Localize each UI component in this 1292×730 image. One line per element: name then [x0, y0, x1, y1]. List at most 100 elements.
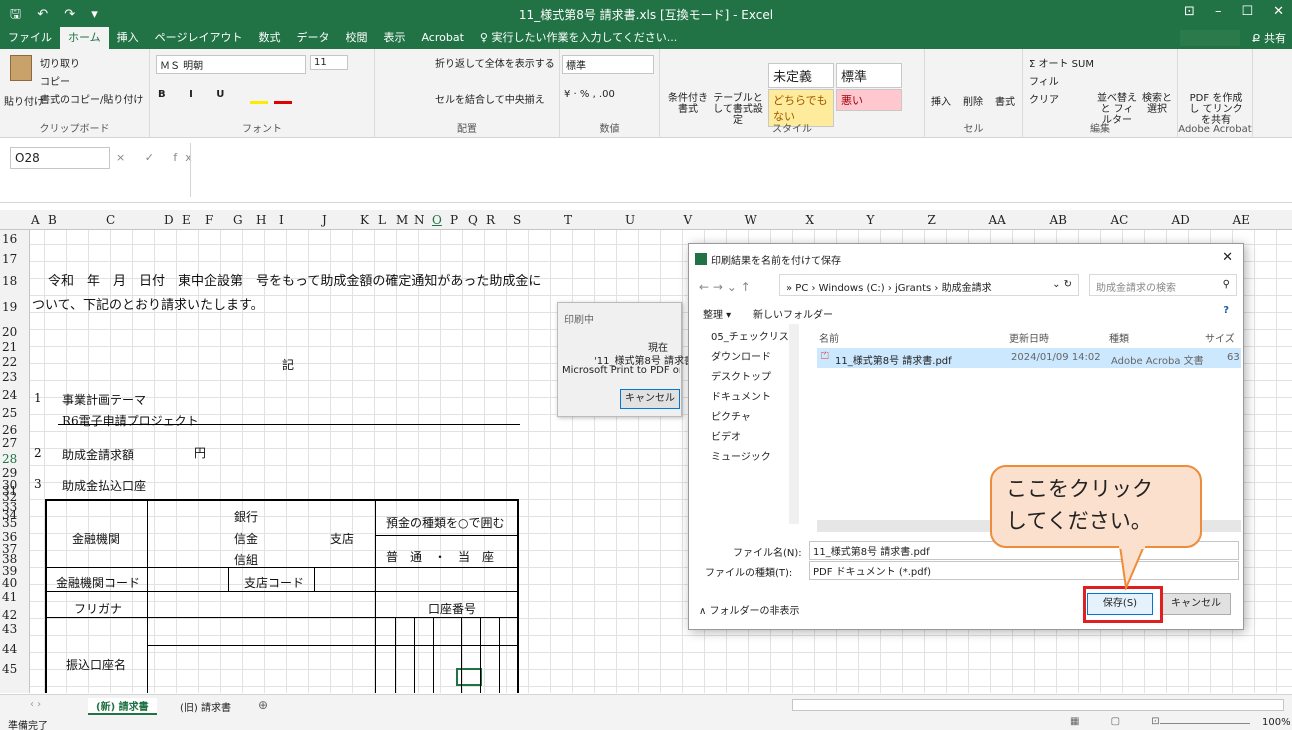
paste-button[interactable]: 貼り付け — [4, 93, 44, 108]
column-header-j[interactable]: J — [322, 213, 327, 227]
row-header-17[interactable]: 17 — [2, 252, 17, 266]
zoom-slider[interactable] — [1160, 723, 1250, 724]
tree-item-downloads[interactable]: ダウンロード — [711, 348, 771, 363]
refresh-icon[interactable]: ⌄ ↻ — [1052, 279, 1072, 290]
col-name[interactable]: 名前 — [819, 330, 839, 345]
cell-branch-code[interactable]: 支店コード — [244, 574, 304, 591]
cell-ki[interactable]: 記 — [282, 356, 294, 373]
col-date[interactable]: 更新日時 — [1009, 330, 1049, 345]
create-pdf-button[interactable]: PDF を作成し てリンクを共有 — [1186, 93, 1246, 126]
cell-bank-code[interactable]: 金融機関コード — [56, 574, 140, 591]
row-header-25[interactable]: 25 — [2, 406, 17, 420]
cell-shinkumi[interactable]: 信組 — [234, 551, 258, 568]
column-header-g[interactable]: G — [233, 213, 243, 227]
cell-furigana[interactable]: フリガナ — [74, 600, 122, 617]
copy-button[interactable]: コピー — [40, 73, 70, 88]
row-header-45[interactable]: 45 — [2, 662, 17, 676]
row-header-19[interactable]: 19 — [2, 300, 17, 314]
search-box[interactable]: 助成金請求の検索 ⚲ — [1089, 274, 1237, 296]
column-header-a[interactable]: A — [31, 213, 40, 227]
address-bar[interactable]: » PC › Windows (C:) › jGrants › 助成金請求 ⌄ … — [779, 274, 1079, 296]
cell-t3[interactable]: 助成金払込口座 — [62, 477, 146, 494]
ribbon-display-icon[interactable]: ⊡ — [1184, 4, 1195, 19]
cell-t1[interactable]: 事業計画テーマ — [62, 391, 146, 408]
cell-ginko[interactable]: 銀行 — [234, 508, 258, 525]
cell-n1[interactable]: 1 — [34, 391, 42, 405]
bold-italic-underline-buttons[interactable]: B I U — [158, 89, 234, 100]
cell-meigi[interactable]: 振込口座名 — [66, 656, 126, 673]
column-header-x[interactable]: X — [806, 213, 815, 227]
account-area[interactable] — [1180, 30, 1240, 46]
column-header-i[interactable]: I — [279, 213, 284, 227]
tree-item-documents[interactable]: ドキュメント — [711, 388, 771, 403]
cell-bank[interactable]: 金融機関 — [72, 530, 120, 547]
row-header-18[interactable]: 18 — [2, 274, 17, 288]
horizontal-sheet-scrollbar[interactable] — [792, 699, 1284, 711]
column-header-n[interactable]: N — [414, 213, 425, 227]
column-header-f[interactable]: F — [205, 213, 213, 227]
printing-cancel-button[interactable]: キャンセル — [620, 389, 680, 409]
column-header-l[interactable]: L — [378, 213, 386, 227]
zoom-level[interactable]: 100% — [1262, 717, 1291, 728]
column-header-q[interactable]: Q — [468, 213, 478, 227]
column-header-z[interactable]: Z — [928, 213, 936, 227]
sheet-tab-new[interactable]: (新) 請求書 — [88, 698, 157, 715]
new-folder-button[interactable]: 新しいフォルダー — [753, 306, 833, 321]
insert-cells-button[interactable]: 挿入 — [931, 93, 951, 108]
cell-v1[interactable]: R6電子申請プロジェクト — [62, 412, 199, 429]
add-sheet-icon[interactable]: ⊕ — [258, 698, 268, 712]
sheet-tab-old[interactable]: (旧) 請求書 — [172, 699, 239, 714]
column-header-k[interactable]: K — [360, 213, 369, 227]
style-undefined[interactable]: 未定義 — [768, 63, 834, 88]
tab-scroll-icon[interactable]: ‹ › — [30, 699, 41, 710]
row-header-41[interactable]: 41 — [2, 590, 17, 604]
cell-shiten[interactable]: 支店 — [330, 530, 354, 547]
tree-item-pictures[interactable]: ピクチャ — [711, 408, 751, 423]
cut-button[interactable]: 切り取り — [40, 55, 80, 70]
row-header-35[interactable]: 35 — [2, 516, 17, 530]
column-header-aa[interactable]: AA — [989, 213, 1006, 227]
col-size[interactable]: サイズ — [1205, 330, 1235, 345]
filetype-select[interactable]: PDF ドキュメント (*.pdf) — [809, 561, 1239, 580]
clear-button[interactable]: クリア — [1029, 91, 1059, 106]
number-format-select[interactable]: 標準 — [562, 55, 654, 74]
column-header-v[interactable]: V — [684, 213, 693, 227]
cell-koza[interactable]: 口座番号 — [428, 600, 476, 617]
format-cells-button[interactable]: 書式 — [995, 93, 1015, 108]
cell-yokin[interactable]: 預金の種類を○で囲む — [386, 514, 504, 531]
minimize-button[interactable]: – — [1215, 4, 1222, 19]
paste-icon[interactable] — [10, 55, 32, 81]
row-header-23[interactable]: 23 — [2, 370, 17, 384]
tab-data[interactable]: データ — [288, 27, 337, 49]
font-name-select[interactable]: ＭＳ 明朝 — [156, 55, 306, 74]
column-header-p[interactable]: P — [450, 213, 458, 227]
column-header-s[interactable]: S — [513, 213, 521, 227]
tab-acrobat[interactable]: Acrobat — [413, 27, 471, 49]
row-header-44[interactable]: 44 — [2, 642, 17, 656]
column-header-ad[interactable]: AD — [1172, 213, 1190, 227]
cancel-button[interactable]: キャンセル — [1161, 593, 1231, 615]
cell-r18[interactable]: 令和 年 月 日付 東中企設第 号をもって助成金額の確定通知があった助成金に — [48, 270, 541, 289]
tree-scrollbar[interactable] — [789, 324, 799, 524]
tab-insert[interactable]: 挿入 — [109, 27, 147, 49]
column-header-b[interactable]: B — [48, 213, 57, 227]
formula-buttons[interactable]: × ✓ fx — [116, 151, 200, 164]
tab-view[interactable]: 表示 — [375, 27, 413, 49]
column-header-y[interactable]: Y — [867, 213, 875, 227]
hide-folders-button[interactable]: ∧ フォルダーの非表示 — [699, 602, 800, 617]
column-header-u[interactable]: U — [625, 213, 635, 227]
column-header-e[interactable]: E — [182, 213, 191, 227]
cell-yen[interactable]: 円 — [194, 444, 206, 461]
delete-cells-button[interactable]: 削除 — [963, 93, 983, 108]
col-type[interactable]: 種類 — [1109, 330, 1129, 345]
file-row[interactable]: ⏍ 11_様式第8号 請求書.pdf 2024/01/09 14:02 Adob… — [817, 348, 1241, 368]
row-header-20[interactable]: 20 — [2, 325, 17, 339]
column-header-m[interactable]: M — [396, 213, 408, 227]
share-button[interactable]: Ք 共有 — [1252, 30, 1286, 46]
row-header-27[interactable]: 27 — [2, 436, 17, 450]
tree-item-desktop[interactable]: デスクトップ — [711, 368, 771, 383]
cell-n3[interactable]: 3 — [34, 477, 42, 491]
highlight-color-icon[interactable] — [250, 101, 268, 104]
breadcrumb[interactable]: » PC › Windows (C:) › jGrants › 助成金請求 — [786, 279, 992, 294]
cell-t2[interactable]: 助成金請求額 — [62, 446, 134, 463]
